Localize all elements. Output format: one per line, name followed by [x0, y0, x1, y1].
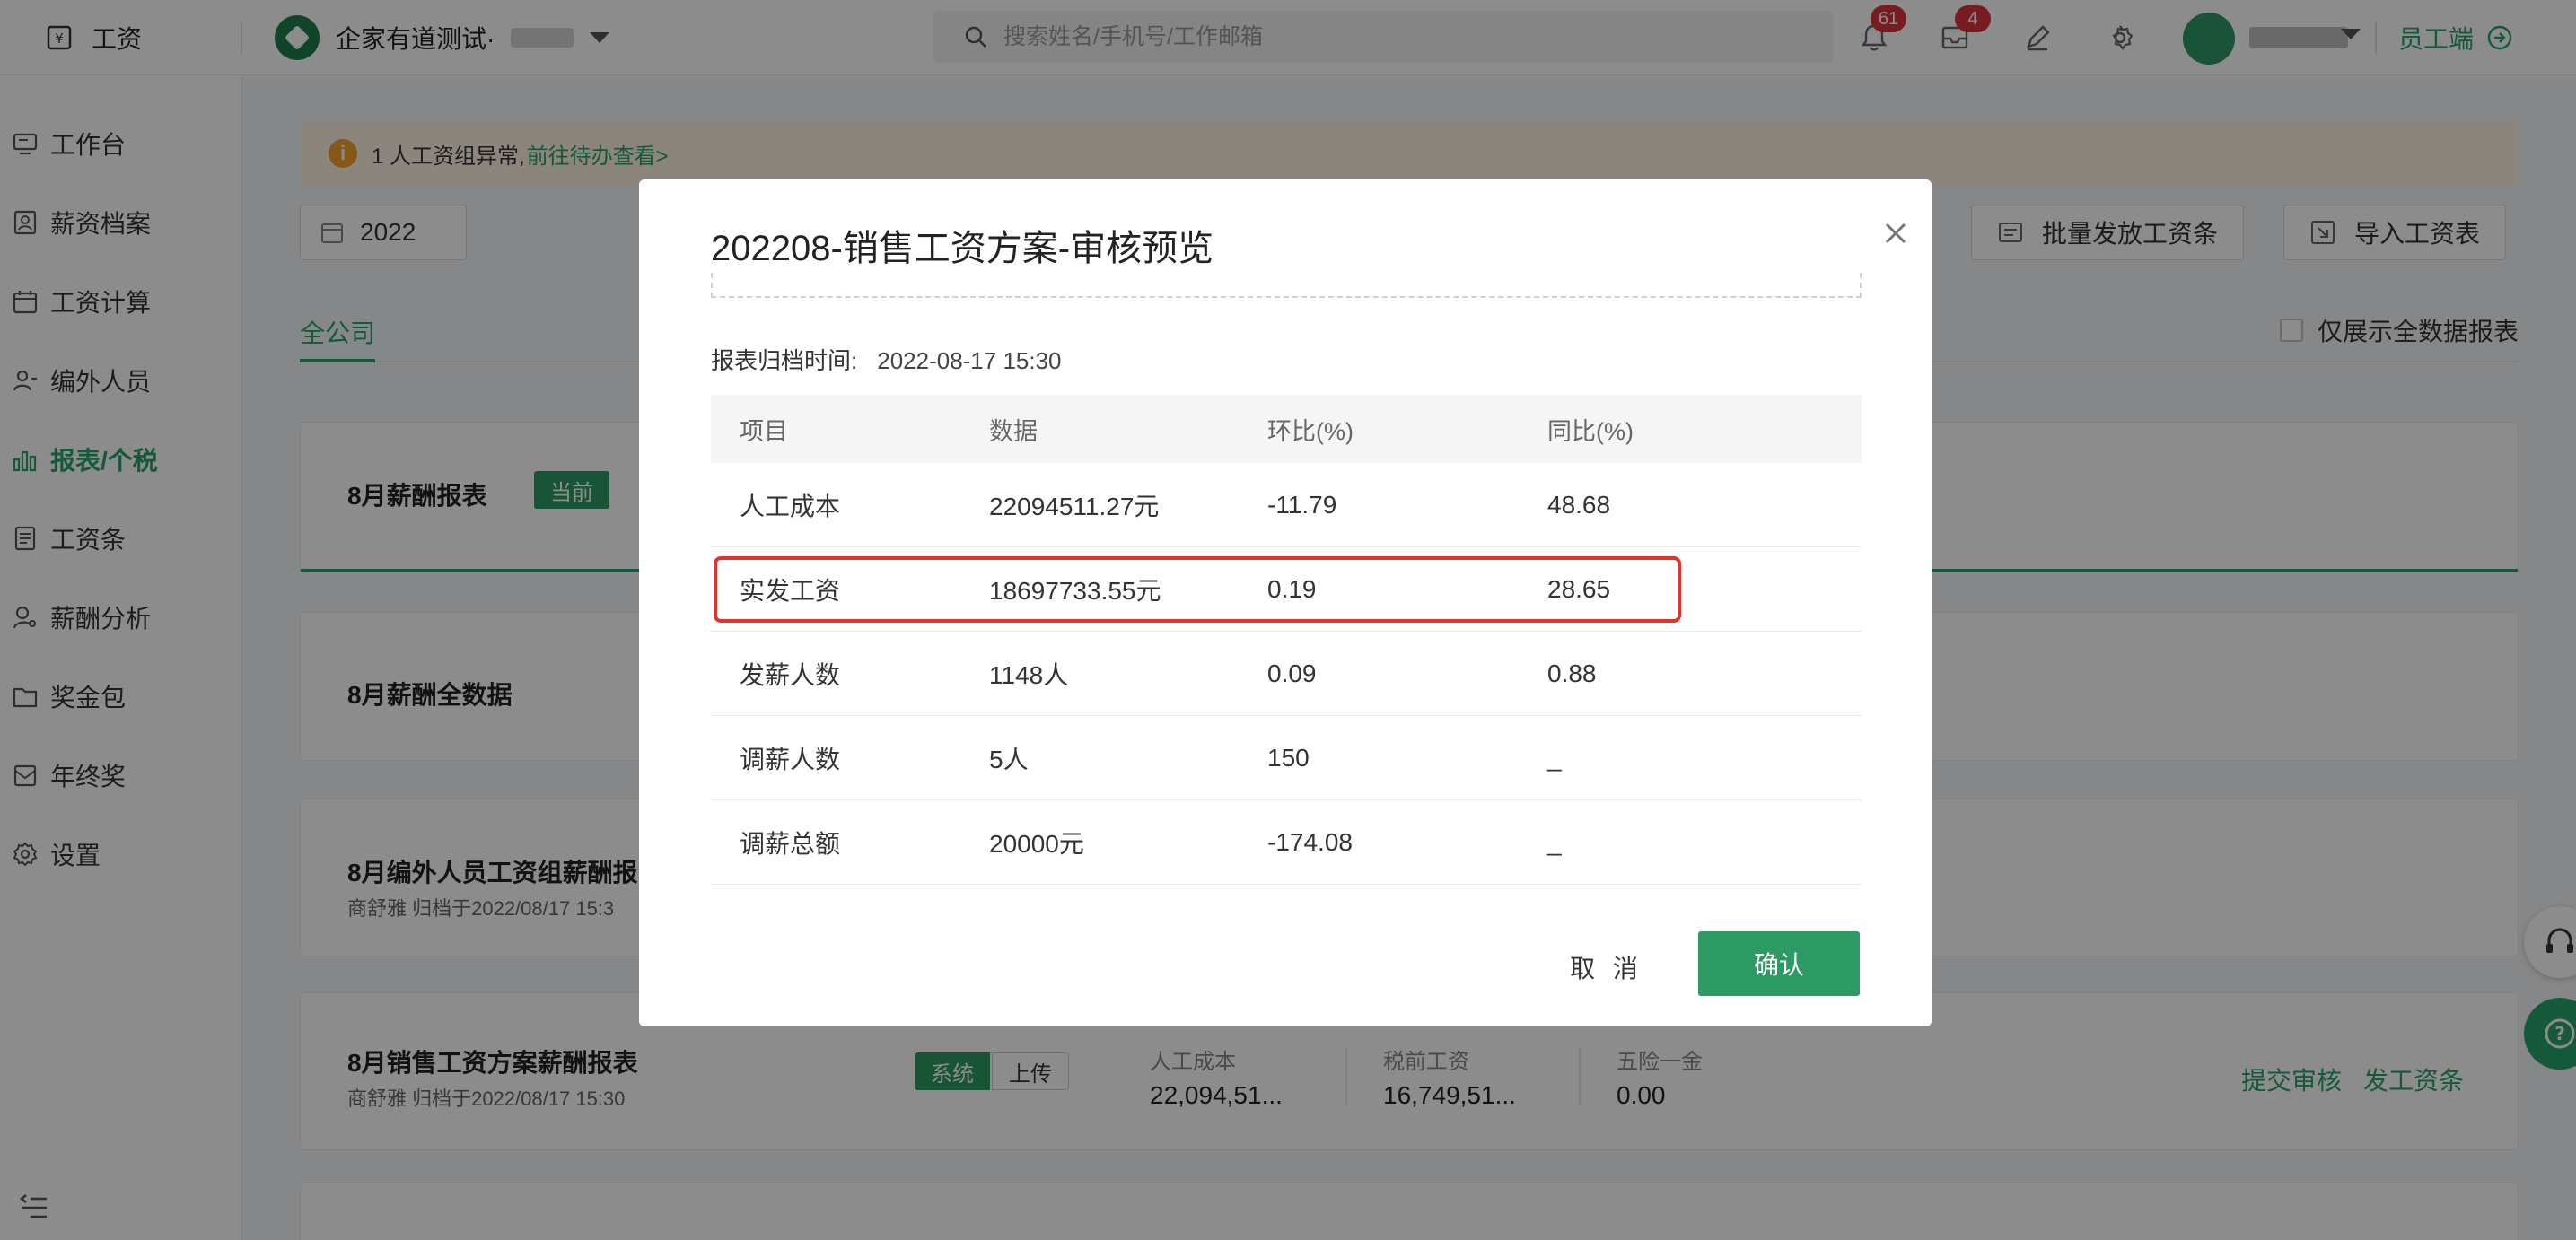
table-cell: -174.08 [1267, 827, 1353, 856]
summary-table: 项目 数据 环比(%) 同比(%) 人工成本 22094511.27元 -11.… [711, 395, 1862, 885]
table-cell: 150 [1267, 743, 1310, 772]
table-cell: 1148人 [989, 660, 1069, 689]
confirm-button[interactable]: 确认 [1698, 931, 1860, 996]
archive-time-value: 2022-08-17 15:30 [877, 347, 1062, 374]
table-row: 人工成本 22094511.27元 -11.79 48.68 [711, 463, 1862, 547]
review-preview-dialog: 202208-销售工资方案-审核预览 报表归档时间: 2022-08-17 15:… [639, 179, 1932, 1026]
column-header: 同比(%) [1547, 417, 1634, 445]
table-cell: 48.68 [1547, 490, 1611, 519]
table-cell: 20000元 [989, 829, 1084, 858]
table-cell: 22094511.27元 [989, 492, 1160, 520]
archive-time-label: 报表归档时间: [711, 347, 858, 374]
table-cell: 人工成本 [740, 492, 841, 520]
highlight-annotation [714, 556, 1681, 623]
table-cell: 0.88 [1547, 659, 1597, 687]
archive-time-row: 报表归档时间: 2022-08-17 15:30 [711, 343, 1062, 376]
cancel-button[interactable]: 取 消 [1562, 949, 1652, 982]
column-header: 环比(%) [1267, 417, 1354, 445]
table-row: 调薪人数 5人 150 _ [711, 716, 1862, 800]
table-cell: 5人 [989, 745, 1029, 773]
table-header: 项目 数据 环比(%) 同比(%) [711, 395, 1862, 463]
table-cell: -11.79 [1267, 490, 1337, 519]
table-row: 发薪人数 1148人 0.09 0.88 [711, 632, 1862, 716]
table-cell: 0.09 [1267, 659, 1317, 687]
dashed-divider [711, 273, 1862, 298]
table-cell: _ [1547, 827, 1562, 856]
table-row: 调薪总额 20000元 -174.08 _ [711, 800, 1862, 885]
dialog-title: 202208-销售工资方案-审核预览 [711, 229, 1214, 268]
table-cell: 调薪人数 [740, 745, 841, 773]
column-header: 数据 [989, 417, 1038, 445]
table-cell: _ [1547, 743, 1562, 772]
column-header: 项目 [740, 417, 788, 445]
table-cell: 调薪总额 [740, 829, 841, 858]
table-cell: 发薪人数 [740, 660, 841, 689]
close-icon[interactable] [1874, 212, 1917, 255]
